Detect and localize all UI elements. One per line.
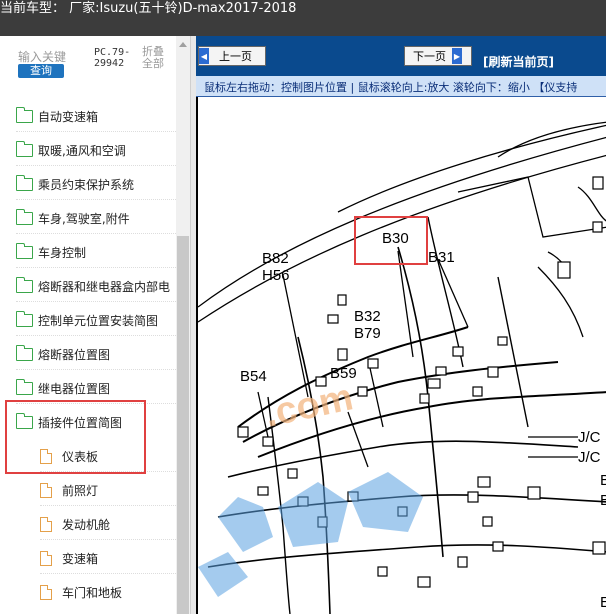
tree-item-label: 继电器位置图 (38, 381, 111, 396)
label-b82: B82 (262, 250, 289, 267)
arrow-right-icon: ▶ (452, 48, 462, 64)
wiring-diagram[interactable]: B30 B82 H56 B31 B32 B79 B54 B59 J/C J/C … (196, 97, 606, 614)
scroll-up-arrow-icon[interactable] (176, 38, 190, 52)
label-b32: B32 (354, 308, 381, 325)
label-b31: B31 (428, 249, 455, 266)
folder-icon (16, 378, 33, 395)
label-b30: B30 (382, 230, 409, 247)
divider (16, 267, 176, 268)
tree-folder-item[interactable]: 车身控制 (16, 241, 176, 263)
left-pane: 输入关键 查询 PC.79-29942 折叠全部 自动变速箱 取暖,通风和空调 … (0, 36, 195, 614)
label-h56: H56 (262, 267, 290, 284)
tree-child-item[interactable]: 发动机舱 (40, 513, 195, 535)
tree-item-label: 车门和地板 (62, 585, 123, 600)
label-jc-2: J/C (578, 449, 601, 466)
next-page-button[interactable]: 下一页 ▶ (404, 46, 472, 66)
divider (16, 369, 176, 370)
tree-item-label: 熔断器和继电器盒内部电 (38, 279, 171, 294)
prev-page-button[interactable]: ◀ 上一页 (198, 46, 266, 66)
tree-folder-item[interactable]: 熔断器位置图 (16, 343, 176, 365)
tree-item-label: 自动变速箱 (38, 109, 99, 124)
tree-child-item[interactable]: 前照灯 (40, 479, 195, 501)
divider (16, 199, 176, 200)
top-bar: 当前车型： 厂家:Isuzu(五十铃)D-max2017-2018 (0, 0, 606, 36)
divider (40, 573, 176, 574)
document-icon (40, 516, 52, 532)
arrow-left-icon: ◀ (199, 48, 209, 64)
search-row: 输入关键 查询 PC.79-29942 折叠全部 (0, 36, 176, 90)
refresh-page-link[interactable]: [刷新当前页] (483, 53, 554, 70)
tree-item-label: 车身,驾驶室,附件 (38, 211, 130, 226)
next-page-label: 下一页 (413, 50, 446, 63)
document-icon (40, 584, 52, 600)
folder-icon (16, 174, 33, 191)
divider (16, 131, 176, 132)
tree-folder-item[interactable]: 熔断器和继电器盒内部电 (16, 275, 176, 297)
tree-folder-item[interactable]: 取暖,通风和空调 (16, 139, 176, 161)
divider (40, 505, 176, 506)
folder-icon (16, 344, 33, 361)
folder-icon (16, 106, 33, 123)
divider (40, 539, 176, 540)
diagram-viewer: ◀ 上一页 下一页 ▶ [刷新当前页] 鼠标左右拖动：控制图片位置 | 鼠标滚轮… (196, 36, 606, 614)
divider (16, 233, 176, 234)
keyword-input[interactable]: 输入关键 (18, 48, 66, 65)
tree-child-item[interactable]: 车门和地板 (40, 581, 195, 603)
tree-folder-item[interactable]: 乘员约束保护系统 (16, 173, 176, 195)
tree-item-label: 变速箱 (62, 551, 99, 566)
tree-folder-item[interactable]: 继电器位置图 (16, 377, 176, 399)
folder-icon (16, 208, 33, 225)
tree-item-label: 车身控制 (38, 245, 87, 260)
document-icon (40, 550, 52, 566)
label-b54: B54 (240, 368, 267, 385)
label-jc-1: J/C (578, 429, 601, 446)
folder-icon (16, 276, 33, 293)
folder-icon (16, 242, 33, 259)
vehicle-title: 当前车型： 厂家:Isuzu(五十铃)D-max2017-2018 (0, 1, 297, 16)
scrollbar-thumb[interactable] (177, 236, 189, 614)
tree-child-item[interactable]: 变速箱 (40, 547, 195, 569)
tree-item-label: 取暖,通风和空调 (38, 143, 126, 158)
query-button[interactable]: 查询 (18, 64, 64, 78)
tree-item-label: 乘员约束保护系统 (38, 177, 135, 192)
hint-bar: 鼠标左右拖动：控制图片位置 | 鼠标滚轮向上:放大 滚轮向下：缩小 【仪支持 (196, 76, 606, 97)
label-b-1: B (600, 472, 606, 489)
tree-item-label: 前照灯 (62, 483, 99, 498)
tree-folder-item[interactable]: 车身,驾驶室,附件 (16, 207, 176, 229)
divider (16, 165, 176, 166)
label-b79: B79 (354, 325, 381, 342)
tree-folder-item[interactable]: 自动变速箱 (16, 105, 176, 127)
label-e: E (600, 594, 606, 611)
label-b-2: B (600, 492, 606, 509)
tree-folder-item[interactable]: 控制单元位置安装简图 (16, 309, 176, 331)
folder-icon (16, 310, 33, 327)
folder-icon (16, 140, 33, 157)
prev-page-label: 上一页 (219, 50, 252, 63)
watermark-logo (198, 472, 423, 597)
usage-hint: 鼠标左右拖动：控制图片位置 | 鼠标滚轮向上:放大 滚轮向下：缩小 【仪支持 (204, 81, 578, 94)
tree-item-label: 发动机舱 (62, 517, 111, 532)
code-label: PC.79-29942 (94, 47, 131, 69)
collapse-all-button[interactable]: 折叠全部 (142, 46, 170, 70)
viewer-toolbar: ◀ 上一页 下一页 ▶ [刷新当前页] (196, 36, 606, 76)
document-icon (40, 482, 52, 498)
tree-item-label: 熔断器位置图 (38, 347, 111, 362)
divider (16, 335, 176, 336)
divider (16, 301, 176, 302)
highlight-box (5, 400, 146, 474)
wiring-diagram-svg: B30 B82 H56 B31 B32 B79 B54 B59 J/C J/C … (198, 121, 606, 614)
tree-item-label: 控制单元位置安装简图 (38, 313, 159, 328)
